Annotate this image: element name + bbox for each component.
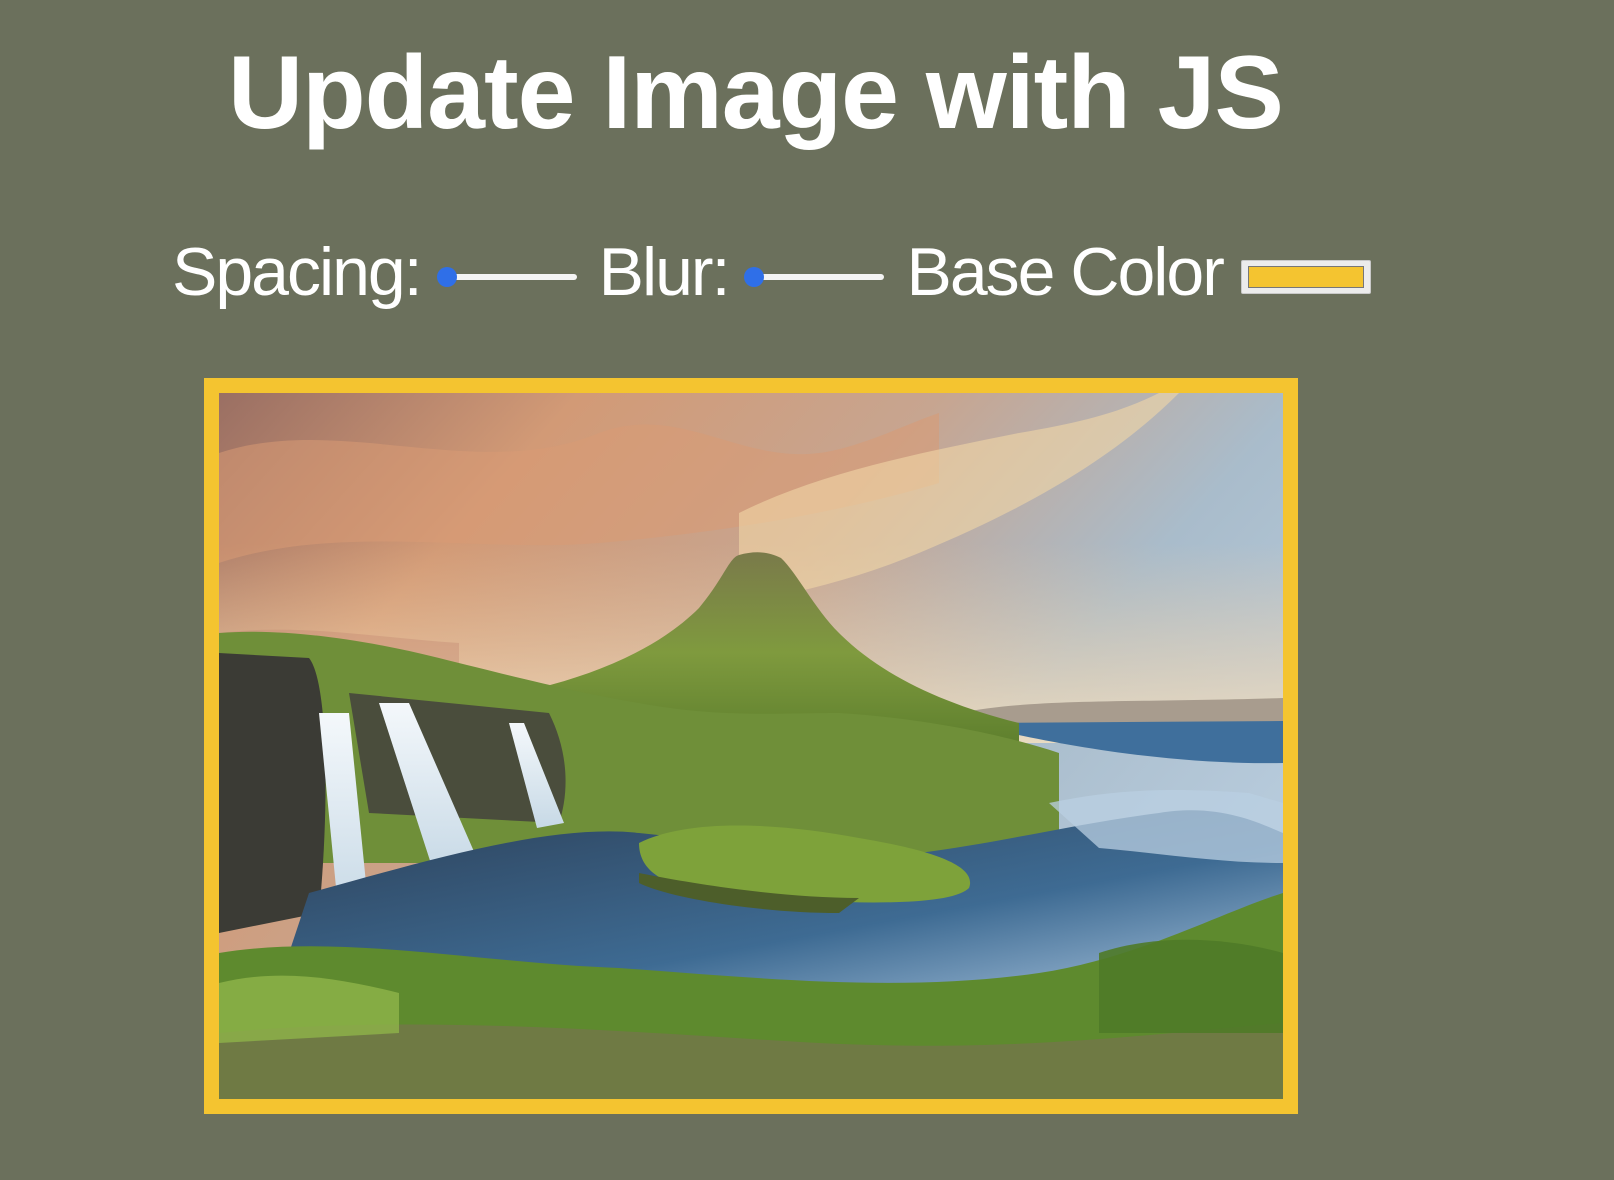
blur-slider-track <box>754 274 885 280</box>
landscape-photo <box>204 378 1298 1114</box>
blur-label: Blur: <box>598 234 731 310</box>
base-color-label: Base Color <box>906 234 1224 310</box>
spacing-slider-track <box>446 274 577 280</box>
spacing-slider-thumb[interactable] <box>436 267 457 287</box>
landscape-photo-image <box>219 393 1283 1099</box>
page: Update Image with JS Spacing: Blur: Base… <box>0 0 1614 1180</box>
spacing-label: Spacing: <box>172 234 423 310</box>
spacing-slider[interactable] <box>436 267 577 287</box>
page-title: Update Image with JS <box>228 35 1284 151</box>
controls-bar: Spacing: Blur: Base Color <box>172 232 1371 312</box>
blur-slider[interactable] <box>744 267 885 287</box>
base-color-picker[interactable] <box>1240 260 1371 294</box>
base-color-swatch <box>1247 266 1364 288</box>
blur-slider-thumb[interactable] <box>744 267 765 287</box>
